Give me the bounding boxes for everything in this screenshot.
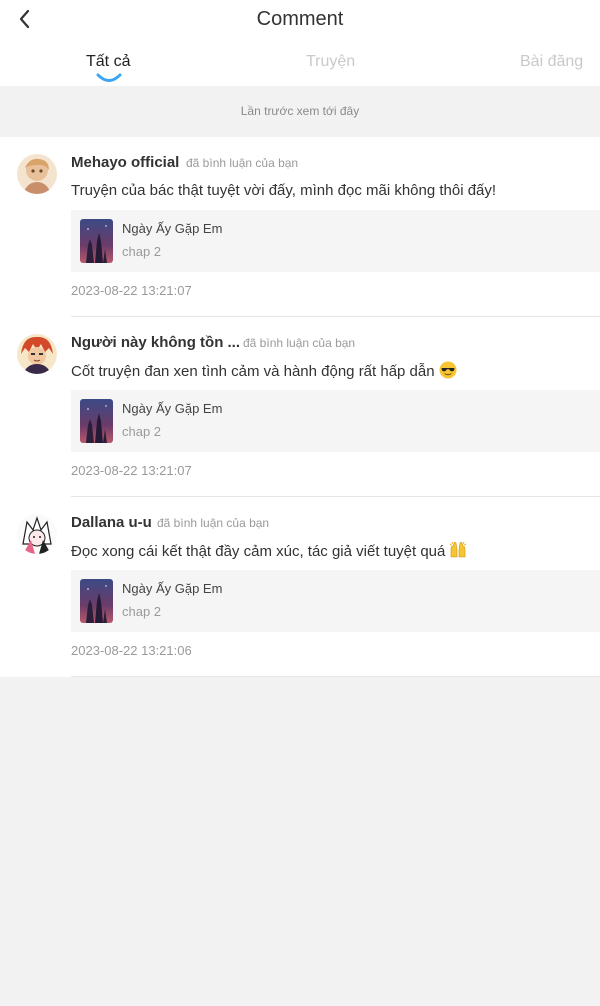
tab-stories[interactable]: Truyện: [306, 51, 355, 73]
story-reference-card[interactable]: Ngày Ấy Gặp Em chap 2: [71, 210, 600, 272]
story-title: Ngày Ấy Gặp Em: [122, 221, 223, 236]
last-viewed-banner: Lần trước xem tới đây: [0, 86, 600, 136]
comment-item[interactable]: Dallana u-u đã bình luận của bạn Đọc xon…: [0, 497, 600, 677]
story-cover: [80, 399, 113, 443]
comment-text: Cốt truyện đan xen tình cảm và hành động…: [71, 361, 457, 382]
comment-text: Truyện của bác thật tuyệt vời đấy, mình …: [71, 181, 496, 201]
comment-text-body: Truyện của bác thật tuyệt vời đấy, mình …: [71, 182, 497, 199]
story-reference-card[interactable]: Ngày Ấy Gặp Em chap 2: [71, 390, 600, 452]
comment-text-body: Đọc xong cái kết thật đầy cảm xúc, tác g…: [71, 543, 446, 560]
raised-hands-emoji-icon: [449, 541, 467, 558]
comment-timestamp: 2023-08-22 13:21:07: [71, 463, 192, 478]
avatar[interactable]: [17, 334, 57, 374]
comment-item[interactable]: Người này không tồn ... đã bình luận của…: [0, 317, 600, 497]
comment-action: đã bình luận của bạn: [243, 336, 356, 350]
tab-all[interactable]: Tất cả: [86, 51, 130, 73]
comment-text: Đọc xong cái kết thật đầy cảm xúc, tác g…: [71, 541, 467, 562]
comment-timestamp: 2023-08-22 13:21:07: [71, 283, 192, 298]
comment-username[interactable]: Mehayo official: [71, 153, 179, 173]
story-chapter: chap 2: [122, 424, 162, 439]
story-cover: [80, 219, 113, 263]
divider: [71, 676, 600, 677]
story-chapter: chap 2: [122, 604, 162, 619]
avatar[interactable]: [17, 154, 57, 194]
comment-username[interactable]: Dallana u-u: [71, 513, 152, 533]
story-chapter: chap 2: [122, 244, 162, 259]
sunglasses-emoji-icon: [439, 361, 457, 379]
comment-item[interactable]: Mehayo official đã bình luận của bạn Tru…: [0, 137, 600, 317]
comment-action: đã bình luận của bạn: [157, 516, 270, 530]
top-bar: Comment Tất cả Truyện Bài đăng: [0, 0, 600, 86]
story-cover: [80, 579, 113, 623]
comment-text-body: Cốt truyện đan xen tình cảm và hành động…: [71, 363, 435, 380]
avatar[interactable]: [17, 514, 57, 554]
story-title: Ngày Ấy Gặp Em: [122, 401, 223, 416]
page-title: Comment: [256, 8, 344, 30]
comment-timestamp: 2023-08-22 13:21:06: [71, 643, 192, 658]
tab-posts[interactable]: Bài đăng: [520, 51, 583, 73]
comment-list: Mehayo official đã bình luận của bạn Tru…: [0, 137, 600, 677]
comment-action: đã bình luận của bạn: [186, 156, 299, 170]
story-reference-card[interactable]: Ngày Ấy Gặp Em chap 2: [71, 570, 600, 632]
story-title: Ngày Ấy Gặp Em: [122, 581, 223, 596]
tab-active-indicator: [96, 73, 122, 82]
comment-username[interactable]: Người này không tồn ...: [71, 333, 240, 353]
